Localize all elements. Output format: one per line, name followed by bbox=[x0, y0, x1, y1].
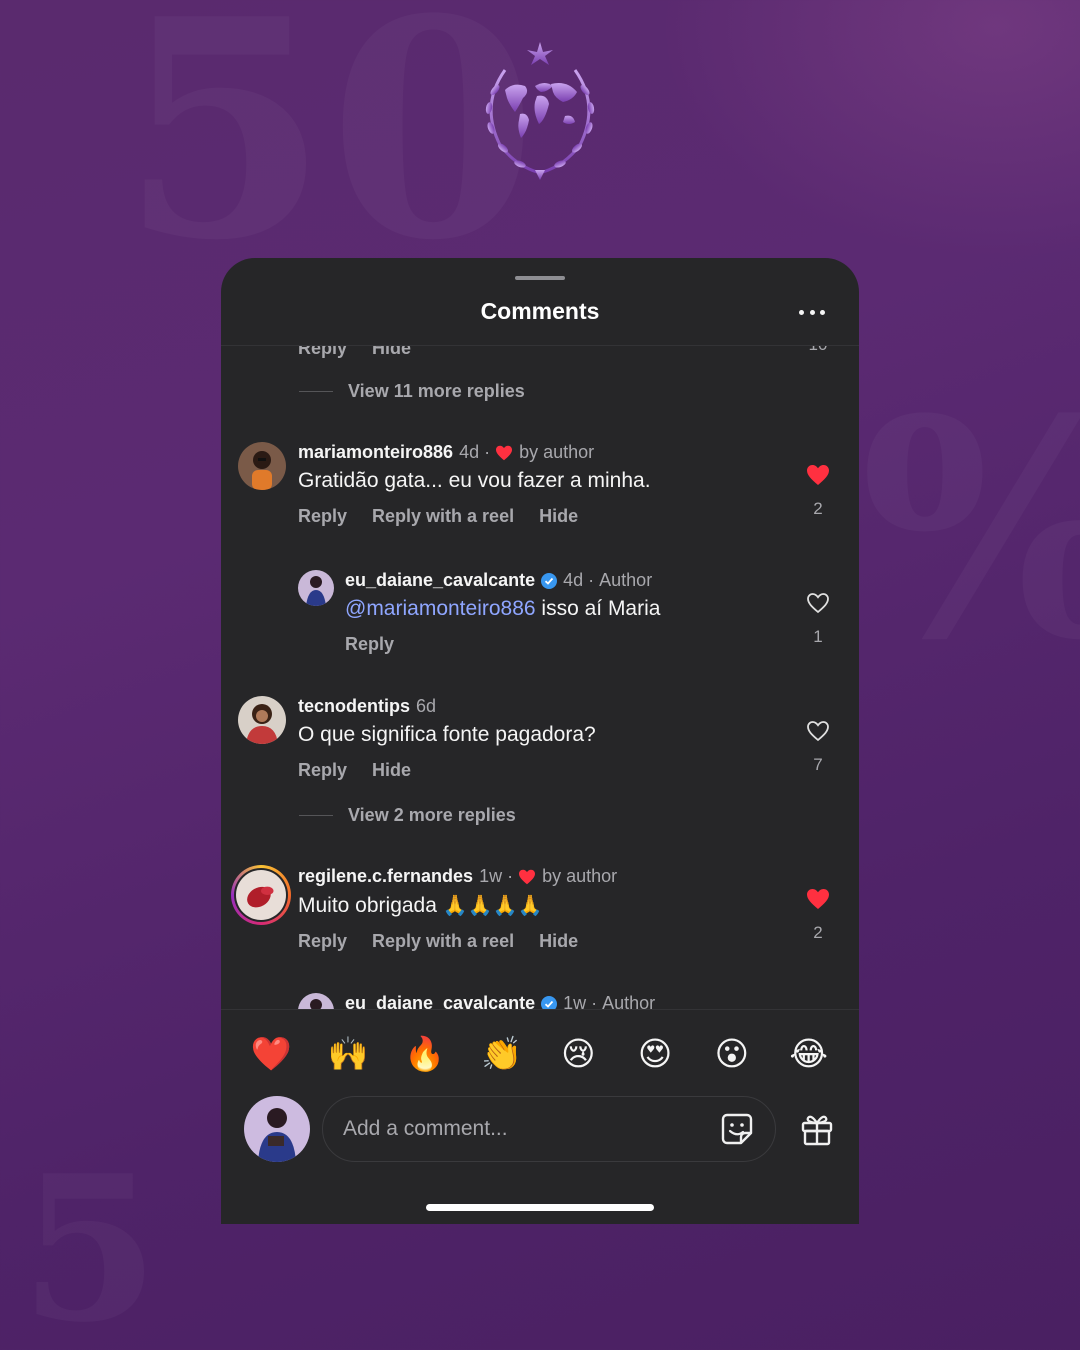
view-more-replies-label: View 11 more replies bbox=[348, 381, 525, 401]
username[interactable]: regilene.c.fernandes bbox=[298, 866, 473, 887]
reply-button[interactable]: Reply bbox=[298, 506, 347, 527]
hide-button[interactable]: Hide bbox=[372, 760, 411, 781]
current-user-avatar bbox=[244, 1096, 310, 1162]
author-badge: Author bbox=[599, 570, 653, 590]
heart-outline-icon[interactable] bbox=[806, 592, 830, 614]
username[interactable]: tecnodentips bbox=[298, 696, 410, 717]
drag-handle[interactable] bbox=[515, 276, 565, 280]
comment-actions: Reply Hide bbox=[298, 760, 411, 781]
comments-sheet: Comments Reply Hide 10 View 11 more repl… bbox=[221, 258, 859, 1224]
verified-badge-icon bbox=[541, 572, 558, 589]
like-control: 2 bbox=[798, 888, 838, 943]
comment-input[interactable] bbox=[343, 1117, 703, 1141]
heart-filled-icon[interactable] bbox=[806, 464, 830, 486]
reply-button[interactable]: Reply bbox=[298, 760, 347, 781]
gift-icon[interactable] bbox=[799, 1111, 835, 1147]
emoji-surprised-button[interactable]: 😮 bbox=[710, 1037, 754, 1070]
emoji-heart-eyes-button[interactable]: 😍 bbox=[633, 1037, 677, 1070]
comment-actions: Reply Hide bbox=[298, 346, 411, 359]
username[interactable]: eu_daiane_cavalcante bbox=[345, 993, 535, 1009]
reply-with-reel-button[interactable]: Reply with a reel bbox=[372, 931, 514, 952]
heart-outline-icon[interactable] bbox=[806, 720, 830, 742]
timestamp: 4d bbox=[459, 442, 480, 462]
hide-button[interactable]: Hide bbox=[539, 506, 578, 527]
reply-button[interactable]: Reply bbox=[298, 931, 347, 952]
emoji-reaction-bar: ❤️ 🙌 🔥 👏 😢 😍 😮 😂 bbox=[221, 1009, 859, 1097]
timestamp: 1w bbox=[479, 866, 503, 886]
pray-emoji: 🙏🙏🙏🙏 bbox=[442, 895, 543, 917]
like-count: 2 bbox=[813, 923, 823, 942]
heart-filled-icon[interactable] bbox=[806, 888, 830, 910]
verified-badge-icon bbox=[541, 995, 558, 1009]
like-count: 1 bbox=[813, 627, 823, 646]
sticker-icon[interactable] bbox=[719, 1111, 755, 1147]
emoji-fire-button[interactable]: 🔥 bbox=[403, 1037, 447, 1070]
emoji-raised-hands-button[interactable]: 🙌 bbox=[326, 1037, 370, 1070]
view-more-replies-button[interactable]: View 2 more replies bbox=[299, 805, 516, 826]
comment-actions: Reply Reply with a reel Hide bbox=[298, 506, 578, 527]
like-count: 7 bbox=[813, 755, 823, 774]
more-horizontal-icon[interactable] bbox=[799, 306, 825, 318]
comments-list[interactable]: Reply Hide 10 View 11 more replies maria… bbox=[221, 346, 859, 1009]
timestamp: 6d bbox=[416, 696, 437, 716]
emoji-laughing-button[interactable]: 😂 bbox=[787, 1037, 831, 1070]
avatar[interactable] bbox=[298, 570, 334, 606]
liked-by-author-label: by author bbox=[519, 442, 595, 462]
like-control: 2 bbox=[798, 464, 838, 519]
emoji-heart-button[interactable]: ❤️ bbox=[249, 1037, 293, 1070]
comment-composer bbox=[322, 1096, 776, 1162]
view-more-replies-button[interactable]: View 11 more replies bbox=[299, 381, 525, 402]
reply-with-reel-button[interactable]: Reply with a reel bbox=[372, 506, 514, 527]
hide-button[interactable]: Hide bbox=[372, 346, 411, 359]
comment-actions: Reply bbox=[345, 634, 394, 655]
username[interactable]: eu_daiane_cavalcante bbox=[345, 570, 535, 591]
globe-wreath-logo bbox=[475, 40, 605, 180]
comment-text: O que significa fonte pagadora? bbox=[298, 723, 596, 746]
home-indicator bbox=[426, 1204, 654, 1211]
reply-button[interactable]: Reply bbox=[345, 634, 394, 655]
page-title: Comments bbox=[480, 298, 600, 324]
comment-header: tecnodentips 6d bbox=[298, 696, 436, 717]
mention-link[interactable]: @mariamonteiro886 bbox=[345, 597, 536, 620]
comment-header: mariamonteiro886 4d · by author bbox=[298, 442, 595, 463]
reply-button[interactable]: Reply bbox=[298, 346, 347, 359]
comment-actions: Reply Reply with a reel Hide bbox=[298, 931, 578, 952]
emoji-clap-button[interactable]: 👏 bbox=[480, 1037, 524, 1070]
comment-header: eu_daiane_cavalcante 1w · Author bbox=[345, 993, 655, 1009]
emoji-crying-button[interactable]: 😢 bbox=[556, 1037, 600, 1070]
comment-text: Gratidão gata... eu vou fazer a minha. bbox=[298, 469, 651, 492]
username[interactable]: mariamonteiro886 bbox=[298, 442, 453, 463]
avatar[interactable] bbox=[238, 696, 286, 744]
liked-by-author-label: by author bbox=[542, 866, 618, 886]
comment-header: regilene.c.fernandes 1w · by author bbox=[298, 866, 618, 887]
like-count: 10 bbox=[798, 346, 838, 355]
comment-text: @mariamonteiro886 isso aí Maria bbox=[345, 597, 661, 620]
comment-text: Muito obrigada 🙏🙏🙏🙏 bbox=[298, 894, 543, 917]
heart-icon bbox=[496, 445, 513, 460]
author-badge: Author bbox=[602, 993, 656, 1009]
view-more-replies-label: View 2 more replies bbox=[348, 805, 516, 825]
like-control: 7 bbox=[798, 720, 838, 775]
heart-icon bbox=[519, 869, 536, 884]
avatar[interactable] bbox=[298, 993, 334, 1009]
like-count: 2 bbox=[813, 499, 823, 518]
hide-button[interactable]: Hide bbox=[539, 931, 578, 952]
like-control: 1 bbox=[798, 592, 838, 647]
comment-header: eu_daiane_cavalcante 4d · Author bbox=[345, 570, 653, 591]
avatar-story-ring[interactable] bbox=[231, 865, 291, 925]
avatar[interactable] bbox=[238, 442, 286, 490]
timestamp: 1w bbox=[563, 993, 587, 1009]
timestamp: 4d bbox=[563, 570, 584, 590]
